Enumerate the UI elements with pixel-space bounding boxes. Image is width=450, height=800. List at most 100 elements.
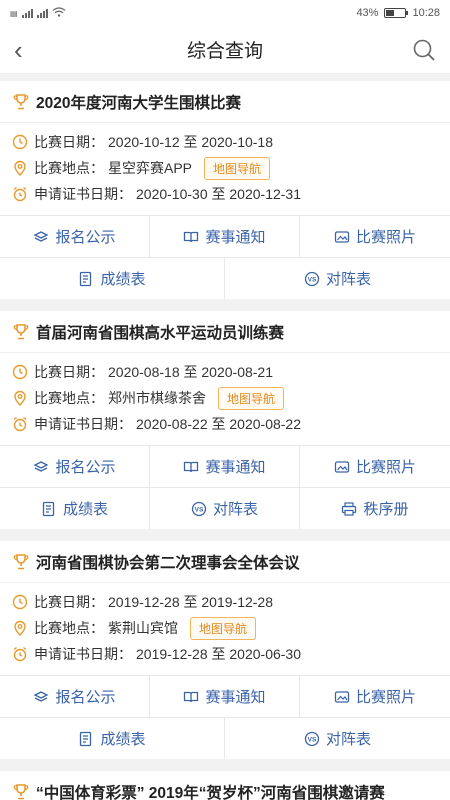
match-photos-button[interactable]: 比赛照片 [300,446,450,487]
action-label: 成绩表 [100,731,146,748]
page-title: 综合查询 [186,41,263,62]
action-label: 对阵表 [325,731,371,748]
card-header[interactable]: 首届河南省围棋高水平运动员训练赛 [0,311,450,353]
competition-title: 2020年度河南大学生围棋比赛 [36,94,241,112]
event-notice-button[interactable]: 赛事通知 [150,446,300,487]
card-header[interactable]: 河南省围棋协会第二次理事会全体会议 [0,541,450,583]
venue-label: 比赛地点： [34,620,104,636]
clock-icon [12,594,28,610]
location-pin-icon [12,390,28,406]
certificate-value: 2019-12-28 至 2020-06-30 [136,646,302,662]
registration-notice-button[interactable]: 报名公示 [0,216,150,257]
action-label: 赛事通知 [205,689,266,706]
competition-card: 首届河南省围棋高水平运动员训练赛 比赛日期： 2020-08-18 至 2020… [0,311,450,529]
map-navigation-button[interactable]: 地图导航 [218,386,285,410]
trophy-icon [12,783,30,800]
competition-card: “中国体育彩票” 2019年“贺岁杯”河南省围棋邀请赛 [0,771,450,800]
program-book-button[interactable]: 秩序册 [300,488,450,529]
signal-icon-2 [36,8,48,18]
alarm-clock-icon [12,186,28,202]
book-icon [183,689,199,705]
match-photos-button[interactable]: 比赛照片 [300,676,450,717]
action-label: 对阵表 [212,501,258,518]
search-button[interactable] [406,35,436,65]
action-row: 报名公示 赛事通知 比赛照片 [0,675,450,717]
layers-icon [33,689,49,705]
alarm-clock-icon [12,646,28,662]
competition-title: 首届河南省围棋高水平运动员训练赛 [36,324,285,342]
pairings-table-button[interactable]: VS 对阵表 [225,718,450,759]
registration-notice-button[interactable]: 报名公示 [0,676,150,717]
results-table-button[interactable]: 成绩表 [0,718,225,759]
certificate-label: 申请证书日期： [34,416,132,432]
map-navigation-button[interactable]: 地图导航 [190,616,257,640]
pairings-table-button[interactable]: VS 对阵表 [225,258,450,299]
trophy-icon [12,323,30,341]
wifi-icon [52,6,66,20]
clock-icon [12,134,28,150]
date-label: 比赛日期： [34,594,104,610]
layers-icon [33,459,49,475]
date-row: 比赛日期： 2020-08-18 至 2020-08-21 [12,359,438,385]
card-header[interactable]: “中国体育彩票” 2019年“贺岁杯”河南省围棋邀请赛 [0,771,450,800]
certificate-label: 申请证书日期： [34,186,132,202]
map-navigation-button[interactable]: 地图导航 [204,156,271,180]
trophy-icon [12,93,30,111]
battery-percent: 43% [356,7,379,19]
title-bar: ‹ 综合查询 [0,26,450,74]
venue-row: 比赛地点： 星空弈赛APP 地图导航 [12,155,438,181]
vs-icon: VS [304,731,320,747]
results-table-button[interactable]: 成绩表 [0,258,225,299]
date-value: 2020-10-12 至 2020-10-18 [108,134,274,150]
location-pin-icon [12,620,28,636]
pairings-table-button[interactable]: VS 对阵表 [150,488,300,529]
date-value: 2019-12-28 至 2019-12-28 [108,594,274,610]
card-details: 比赛日期： 2019-12-28 至 2019-12-28 比赛地点： 紫荆山宾… [0,583,450,675]
competition-list: 2020年度河南大学生围棋比赛 比赛日期： 2020-10-12 至 2020-… [0,81,450,800]
certificate-row: 申请证书日期： 2020-08-22 至 2020-08-22 [12,411,438,437]
date-row: 比赛日期： 2019-12-28 至 2019-12-28 [12,589,438,615]
event-notice-button[interactable]: 赛事通知 [150,216,300,257]
action-label: 报名公示 [55,459,116,476]
action-label: 报名公示 [55,229,116,246]
action-row: 成绩表 VS 对阵表 [0,717,450,759]
date-value: 2020-08-18 至 2020-08-21 [108,364,274,380]
clock: 10:28 [412,7,440,19]
svg-text:VS: VS [308,276,317,283]
svg-text:VS: VS [308,736,317,743]
document-list-icon [41,501,57,517]
document-list-icon [78,731,94,747]
action-label: 对阵表 [325,271,371,288]
venue-value: 郑州市棋缘茶舍 [108,390,206,406]
clock-icon [12,364,28,380]
vs-icon: VS [304,271,320,287]
action-label: 报名公示 [55,689,116,706]
layers-icon [33,229,49,245]
date-label: 比赛日期： [34,134,104,150]
certificate-label: 申请证书日期： [34,646,132,662]
action-label: 赛事通知 [205,229,266,246]
action-row: 成绩表 VS 对阵表 秩序册 [0,487,450,529]
book-icon [183,229,199,245]
certificate-value: 2020-08-22 至 2020-08-22 [136,416,302,432]
battery-icon [384,8,409,18]
event-notice-button[interactable]: 赛事通知 [150,676,300,717]
trophy-icon [12,553,30,571]
registration-notice-button[interactable]: 报名公示 [0,446,150,487]
results-table-button[interactable]: 成绩表 [0,488,150,529]
certificate-value: 2020-10-30 至 2020-12-31 [136,186,302,202]
match-photos-button[interactable]: 比赛照片 [300,216,450,257]
photo-icon [334,459,350,475]
action-label: 比赛照片 [355,229,416,246]
action-label: 比赛照片 [355,459,416,476]
card-header[interactable]: 2020年度河南大学生围棋比赛 [0,81,450,123]
action-label: 成绩表 [100,271,146,288]
signal-icon [21,8,33,18]
venue-row: 比赛地点： 郑州市棋缘茶舍 地图导航 [12,385,438,411]
venue-row: 比赛地点： 紫荆山宾馆 地图导航 [12,615,438,641]
venue-label: 比赛地点： [34,390,104,406]
competition-title: “中国体育彩票” 2019年“贺岁杯”河南省围棋邀请赛 [36,784,385,800]
action-label: 比赛照片 [355,689,416,706]
action-label: 赛事通知 [205,459,266,476]
back-button[interactable]: ‹ [14,37,44,63]
